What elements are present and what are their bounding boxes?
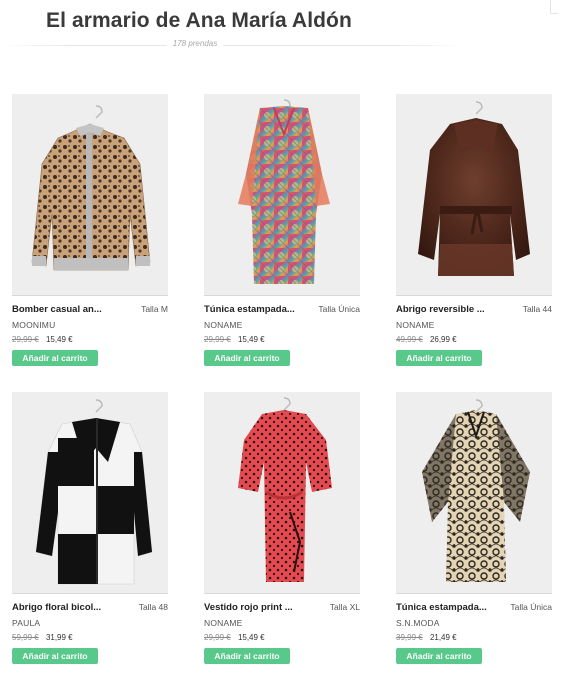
fur-coat-illustration bbox=[418, 101, 530, 276]
red-dress-illustration bbox=[238, 397, 332, 582]
original-price: 39,99 € bbox=[396, 633, 423, 642]
price-row: 39,99 € 21,49 € bbox=[396, 633, 457, 642]
price-row: 59,99 € 31,99 € bbox=[12, 633, 73, 642]
original-price: 29,99 € bbox=[12, 335, 39, 344]
original-price: 29,99 € bbox=[204, 335, 231, 344]
add-to-cart-button[interactable]: Añadir al carrito bbox=[204, 350, 290, 366]
product-brand: NONAME bbox=[204, 618, 243, 628]
add-to-cart-button[interactable]: Añadir al carrito bbox=[204, 648, 290, 664]
paisley-tunic-illustration bbox=[422, 399, 530, 582]
sale-price: 15,49 € bbox=[45, 335, 73, 344]
price-row: 29,99 € 15,49 € bbox=[12, 335, 73, 344]
item-count: 178 prendas bbox=[0, 39, 390, 48]
closet-header: El armario de Ana María Aldón 178 prenda… bbox=[0, 0, 562, 60]
sale-price: 15,49 € bbox=[237, 633, 265, 642]
add-to-cart-button[interactable]: Añadir al carrito bbox=[12, 648, 98, 664]
product-image-leopard-bomber[interactable] bbox=[12, 94, 168, 296]
price-row: 29,99 € 15,49 € bbox=[204, 335, 265, 344]
product-name[interactable]: Abrigo reversible ... bbox=[396, 304, 506, 315]
product-size: Talla 48 bbox=[138, 602, 168, 612]
product-brand: NONAME bbox=[204, 320, 243, 330]
product-brand: S.N.MODA bbox=[396, 618, 440, 628]
product-size: Talla M bbox=[141, 304, 168, 314]
printed-tunic-illustration bbox=[238, 99, 330, 284]
add-to-cart-button[interactable]: Añadir al carrito bbox=[12, 350, 98, 366]
product-size: Talla Única bbox=[510, 602, 552, 612]
sale-price: 26,99 € bbox=[429, 335, 457, 344]
product-card[interactable]: Vestido rojo print ... Talla XL NONAME 2… bbox=[204, 392, 360, 672]
original-price: 49,99 € bbox=[396, 335, 423, 344]
product-size: Talla 44 bbox=[522, 304, 552, 314]
product-image-block-coat[interactable] bbox=[12, 392, 168, 594]
original-price: 29,99 € bbox=[204, 633, 231, 642]
product-card[interactable]: Túnica estampada... Talla Única S.N.MODA… bbox=[396, 392, 552, 672]
product-size: Talla Única bbox=[318, 304, 360, 314]
product-size: Talla XL bbox=[329, 602, 360, 612]
product-name[interactable]: Abrigo floral bicol... bbox=[12, 602, 122, 613]
page: El armario de Ana María Aldón 178 prenda… bbox=[0, 0, 562, 675]
original-price: 59,99 € bbox=[12, 633, 39, 642]
product-card[interactable]: Abrigo reversible ... Talla 44 NONAME 49… bbox=[396, 94, 552, 374]
add-to-cart-button[interactable]: Añadir al carrito bbox=[396, 350, 482, 366]
product-card[interactable]: Túnica estampada... Talla Única NONAME 2… bbox=[204, 94, 360, 374]
page-corner-divider bbox=[550, 0, 558, 14]
product-name[interactable]: Vestido rojo print ... bbox=[204, 602, 314, 613]
product-card[interactable]: Abrigo floral bicol... Talla 48 PAULA 59… bbox=[12, 392, 168, 672]
product-image-red-dress[interactable] bbox=[204, 392, 360, 594]
item-count-label: 178 prendas bbox=[166, 39, 224, 48]
product-brand: PAULA bbox=[12, 618, 41, 628]
product-image-paisley-tunic[interactable] bbox=[396, 392, 552, 594]
sale-price: 31,99 € bbox=[45, 633, 73, 642]
product-brand: MOONIMU bbox=[12, 320, 56, 330]
sale-price: 15,49 € bbox=[237, 335, 265, 344]
price-row: 49,99 € 26,99 € bbox=[396, 335, 457, 344]
product-name[interactable]: Túnica estampada... bbox=[204, 304, 314, 315]
add-to-cart-button[interactable]: Añadir al carrito bbox=[396, 648, 482, 664]
block-coat-illustration bbox=[35, 399, 153, 585]
product-name[interactable]: Bomber casual an... bbox=[12, 304, 122, 315]
product-brand: NONAME bbox=[396, 320, 435, 330]
product-image-printed-tunic[interactable] bbox=[204, 94, 360, 296]
sale-price: 21,49 € bbox=[429, 633, 457, 642]
product-image-fur-coat[interactable] bbox=[396, 94, 552, 296]
product-card[interactable]: Bomber casual an... Talla M MOONIMU 29,9… bbox=[12, 94, 168, 374]
product-name[interactable]: Túnica estampada... bbox=[396, 602, 506, 613]
price-row: 29,99 € 15,49 € bbox=[204, 633, 265, 642]
closet-title: El armario de Ana María Aldón bbox=[46, 9, 352, 32]
leopard-bomber-illustration bbox=[31, 105, 151, 271]
